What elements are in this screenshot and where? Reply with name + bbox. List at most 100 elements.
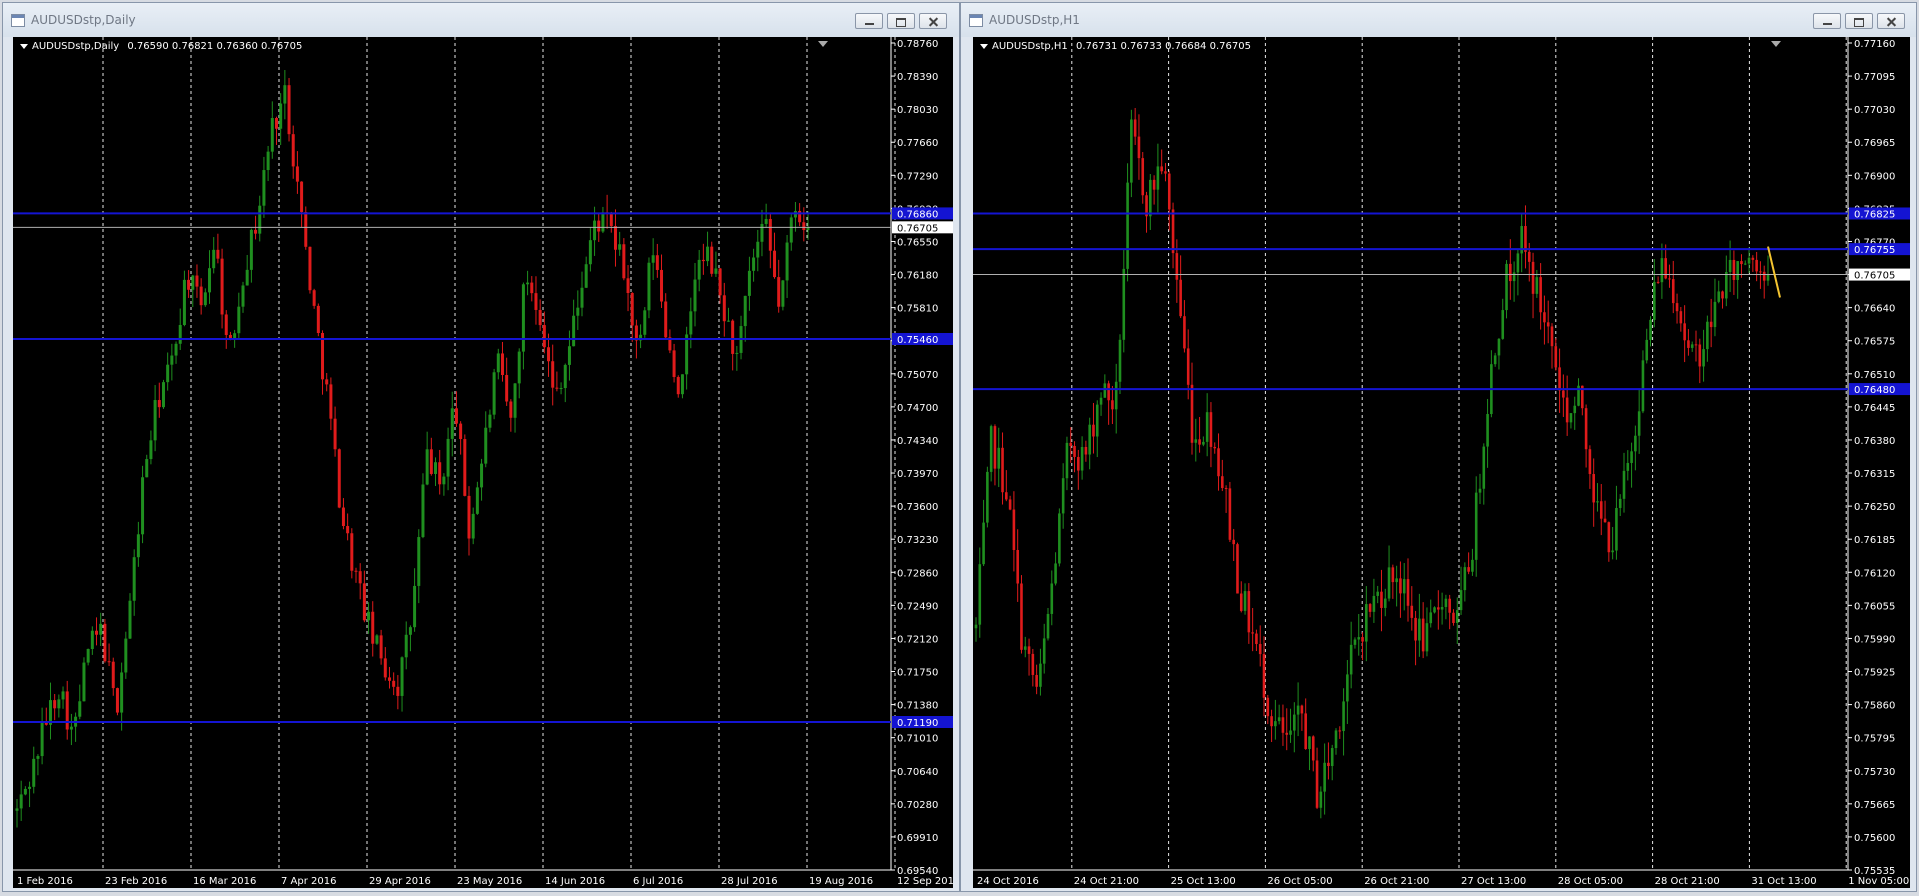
date-tick-label: 24 Oct 21:00 — [1074, 876, 1139, 887]
candle-body — [1296, 705, 1300, 715]
candle-body — [182, 279, 186, 326]
candle-body — [1069, 442, 1073, 446]
minimize-button[interactable] — [1813, 13, 1841, 29]
title-bar[interactable]: AUDUSDstp,H1 — [961, 3, 1916, 37]
candle-body — [249, 229, 253, 270]
price-tick-label: 0.76120 — [1854, 568, 1895, 579]
candle-body — [1524, 226, 1527, 252]
date-tick-label: 27 Oct 13:00 — [1461, 876, 1526, 887]
candle-body — [1607, 522, 1611, 553]
price-tick-label: 0.76055 — [1854, 601, 1895, 612]
price-tick-label: 0.75600 — [1854, 833, 1895, 844]
candle-body — [312, 290, 316, 306]
candle-body — [1653, 281, 1656, 320]
candle-body — [237, 306, 241, 334]
candle-body — [1501, 310, 1505, 339]
candle-body — [1133, 119, 1137, 137]
candlestick-chart: 1 Feb 2016 23 Feb 2016 16 Mar 2016 7 Apr 20… — [13, 37, 953, 887]
trend-line[interactable] — [1767, 246, 1781, 298]
price-tick-label: 0.76900 — [1854, 171, 1895, 182]
shift-marker-icon[interactable] — [818, 41, 828, 47]
candle-body — [1505, 263, 1508, 311]
candle-body — [115, 688, 119, 713]
level-price-label: 0.76480 — [1854, 385, 1895, 396]
candle-body — [1247, 591, 1251, 633]
maximize-button[interactable] — [1845, 13, 1873, 29]
candle-body — [1383, 598, 1387, 608]
candle-body — [773, 250, 777, 278]
level-price-label: 0.76755 — [1854, 245, 1895, 256]
candle-body — [421, 484, 425, 538]
candle-body — [1656, 281, 1660, 283]
candle-body — [701, 259, 705, 262]
price-tick-label: 0.75665 — [1854, 800, 1895, 811]
candle-body — [1558, 367, 1561, 391]
maximize-button[interactable] — [887, 13, 915, 29]
minimize-button[interactable] — [855, 13, 883, 29]
candle-body — [23, 788, 27, 795]
candle-body — [789, 217, 793, 243]
candle-body — [1130, 119, 1133, 183]
candle-body — [141, 477, 145, 535]
candle-body — [517, 351, 521, 384]
candle-body — [358, 571, 362, 584]
candle-body — [1694, 344, 1698, 346]
candle-body — [1452, 612, 1455, 623]
symbol-label: AUDUSDstp,Daily — [32, 41, 120, 52]
price-tick-label: 0.76550 — [897, 237, 938, 248]
candle-body — [392, 680, 396, 687]
date-tick-label: 6 Jul 2016 — [633, 876, 683, 887]
candle-body — [1035, 674, 1038, 687]
candle-body — [40, 722, 44, 757]
chevron-down-icon — [980, 43, 988, 49]
price-tick-label: 0.77660 — [897, 138, 938, 149]
candle-body — [989, 426, 993, 472]
chart-window-h1[interactable]: AUDUSDstp,H1 24 Oct 2016 24 Oct 21:00 25 O… — [960, 2, 1917, 892]
candle-body — [1376, 591, 1379, 596]
date-tick-label: 19 Aug 2016 — [809, 876, 873, 887]
candle-body — [1402, 579, 1406, 594]
candle-body — [28, 786, 32, 789]
candle-body — [124, 638, 128, 673]
candle-body — [19, 794, 23, 809]
candle-body — [714, 268, 718, 274]
candle-body — [1406, 579, 1410, 606]
price-tick-label: 0.78030 — [897, 105, 938, 116]
candle-body — [526, 282, 530, 285]
window-title: AUDUSDstp,Daily — [31, 13, 136, 27]
candle-body — [1690, 344, 1694, 348]
candle-body — [86, 649, 90, 663]
candle-body — [1334, 730, 1338, 749]
price-tick-label: 0.70640 — [897, 767, 938, 778]
candle-body — [760, 223, 764, 242]
candle-body — [475, 487, 479, 514]
chart-canvas-daily[interactable]: 1 Feb 2016 23 Feb 2016 16 Mar 2016 7 Apr 20… — [13, 37, 953, 888]
candle-body — [978, 564, 982, 625]
candle-body — [1618, 498, 1622, 508]
price-tick-label: 0.76250 — [1854, 502, 1895, 513]
candle-body — [329, 384, 333, 419]
date-tick-label: 28 Oct 05:00 — [1558, 876, 1623, 887]
candle-body — [768, 218, 772, 251]
candle-body — [655, 255, 659, 270]
candle-body — [1008, 499, 1012, 510]
candle-body — [1660, 258, 1664, 283]
shift-marker-icon[interactable] — [1771, 41, 1781, 47]
candle-body — [1387, 567, 1391, 599]
close-button[interactable] — [919, 13, 947, 29]
candle-body — [1088, 424, 1091, 455]
candle-body — [371, 611, 375, 644]
candle-body — [1448, 598, 1451, 613]
date-tick-label: 28 Jul 2016 — [721, 876, 778, 887]
chart-canvas-h1[interactable]: 24 Oct 2016 24 Oct 21:00 25 Oct 13:00 26 Oc… — [973, 37, 1910, 888]
candle-body — [1270, 716, 1273, 727]
title-bar[interactable]: AUDUSDstp,Daily — [3, 3, 959, 37]
chart-window-daily[interactable]: AUDUSDstp,Daily 1 Feb 2016 23 Feb 2016 16 … — [2, 2, 960, 892]
ohlc-header: AUDUSDstp,H1 0.76731 0.76733 0.76684 0.7… — [980, 41, 1251, 52]
candle-body — [65, 691, 69, 730]
candle-body — [1012, 509, 1016, 551]
candle-body — [1001, 447, 1004, 493]
candle-body — [492, 372, 496, 415]
close-button[interactable] — [1877, 13, 1905, 29]
candle-body — [1323, 762, 1326, 792]
